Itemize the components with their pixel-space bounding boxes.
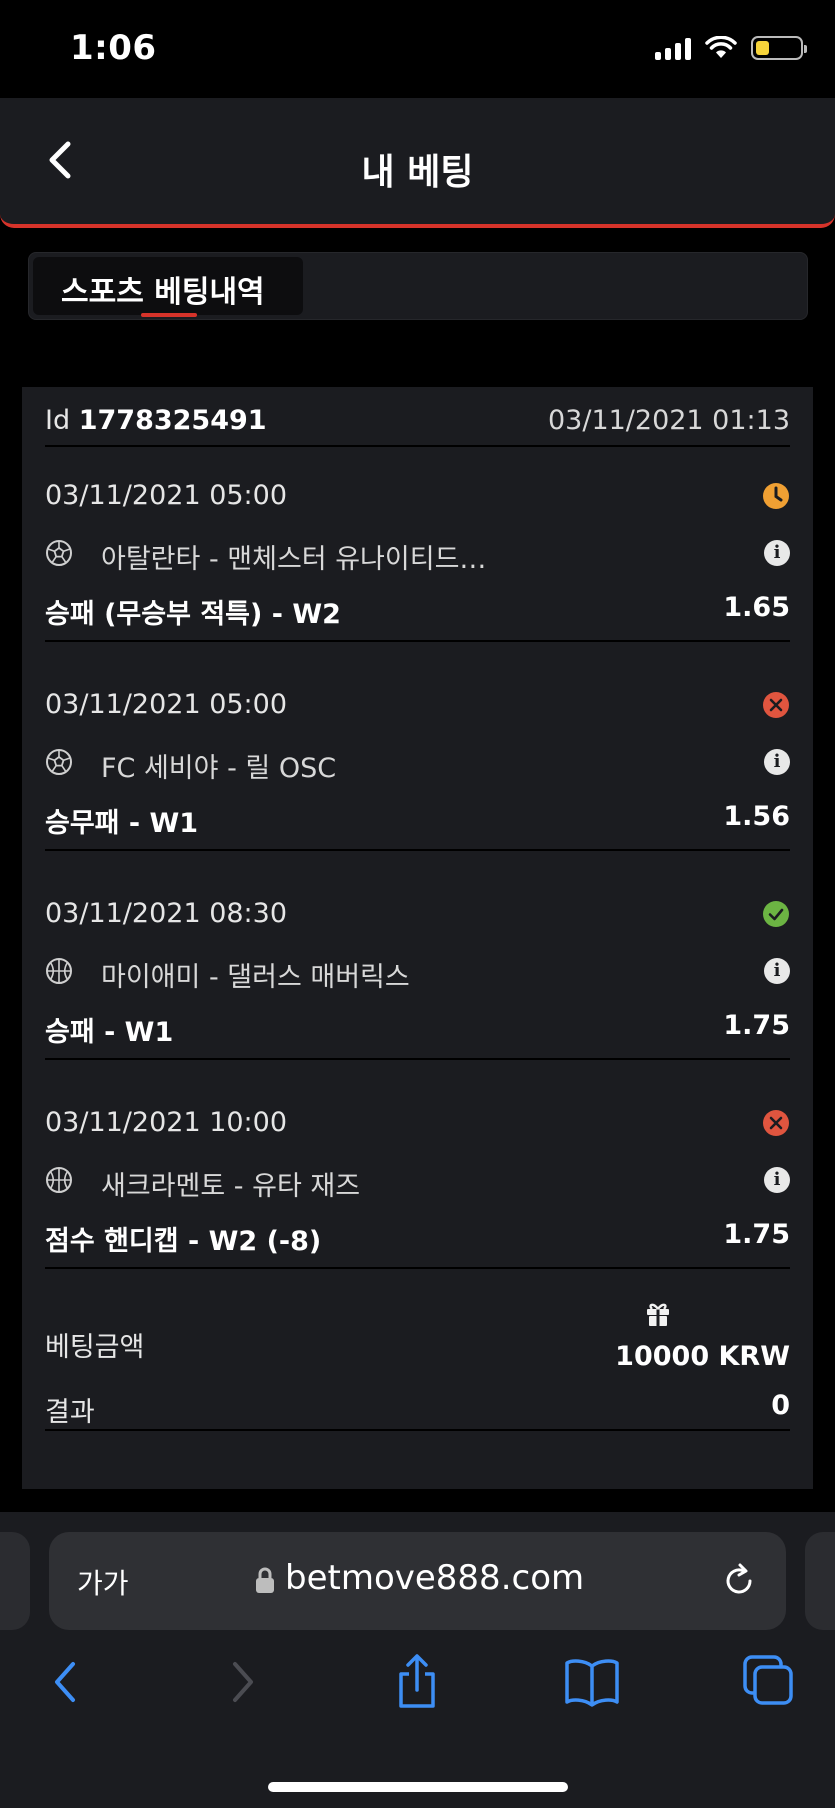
tabs-button[interactable] <box>738 1652 798 1712</box>
gift-icon <box>647 1303 669 1326</box>
selection-teams: 마이애미 - 댈러스 매버릭스 i <box>45 955 790 993</box>
selection-odds: 1.75 <box>723 1219 790 1250</box>
info-icon[interactable]: i <box>764 1167 790 1193</box>
selection-teams: FC 세비야 - 릴 OSC i <box>45 746 790 784</box>
reload-icon[interactable] <box>720 1562 758 1600</box>
selection-market-row: 승패 - W1 1.75 <box>45 1010 790 1048</box>
divider <box>45 1058 790 1060</box>
app-header: 내 베팅 <box>0 98 835 228</box>
bet-amount-value: 10000 KRW <box>615 1341 790 1372</box>
next-tab-preview[interactable] <box>805 1532 835 1630</box>
divider <box>45 445 790 447</box>
selection-odds: 1.75 <box>723 1010 790 1041</box>
address-bar[interactable]: 가가 betmove888.com <box>49 1532 786 1630</box>
soccer-ball-icon <box>46 749 72 775</box>
won-status-icon <box>762 900 790 928</box>
basketball-icon <box>46 1167 72 1193</box>
status-bar: 1:06 <box>0 0 835 98</box>
previous-tab-preview[interactable] <box>0 1532 30 1630</box>
selection-market-row: 점수 핸디캡 - W2 (-8) 1.75 <box>45 1219 790 1257</box>
selection-market: 승패 - W1 <box>45 1017 174 1048</box>
tab-label: 스포츠 베팅내역 <box>61 275 265 310</box>
selection-date-text: 03/11/2021 08:30 <box>45 898 288 929</box>
info-icon[interactable]: i <box>764 749 790 775</box>
selection-market: 점수 핸디캡 - W2 (-8) <box>45 1226 322 1257</box>
divider <box>45 640 790 642</box>
selection-market-row: 승무패 - W1 1.56 <box>45 801 790 839</box>
chevron-left-icon <box>55 1662 75 1702</box>
bet-result-label: 결과 <box>45 1397 95 1428</box>
selection-teams-text: 아탈란타 - 맨체스터 유나이티드… <box>101 544 487 575</box>
selection-date: 03/11/2021 08:30 <box>45 898 790 929</box>
divider <box>45 1429 790 1431</box>
selection-teams-text: 마이애미 - 댈러스 매버릭스 <box>101 962 410 993</box>
bet-placed-date: 03/11/2021 01:13 <box>547 405 790 436</box>
selection-date: 03/11/2021 05:00 <box>45 480 790 511</box>
reader-text-size-button[interactable]: 가가 <box>77 1562 129 1602</box>
divider <box>45 1267 790 1269</box>
page-title: 내 베팅 <box>361 152 474 193</box>
bet-amount-label: 베팅금액 <box>45 1332 145 1363</box>
bet-id-value: 1778325491 <box>78 405 267 436</box>
selection-teams-text: FC 세비야 - 릴 OSC <box>101 753 337 784</box>
tab-bar: 스포츠 베팅내역 <box>28 252 808 320</box>
selection-teams-text: 새크라멘토 - 유타 재즈 <box>101 1171 361 1202</box>
status-icons <box>655 36 807 60</box>
selection-market: 승무패 - W1 <box>45 808 199 839</box>
soccer-ball-icon <box>46 540 72 566</box>
selection-odds: 1.65 <box>723 592 790 623</box>
wifi-icon <box>705 36 737 58</box>
selection-date-text: 03/11/2021 05:00 <box>45 689 288 720</box>
selection-date-text: 03/11/2021 05:00 <box>45 480 288 511</box>
bet-id-label: Id <box>45 405 71 436</box>
lock-icon <box>256 1567 274 1593</box>
share-icon <box>399 1654 435 1708</box>
selection-date: 03/11/2021 05:00 <box>45 689 790 720</box>
browser-nav-row <box>0 1652 835 1732</box>
bet-id-row: Id 1778325491 03/11/2021 01:13 <box>45 405 790 445</box>
share-button[interactable] <box>387 1652 447 1712</box>
selection-teams: 아탈란타 - 맨체스터 유나이티드… i <box>45 537 790 575</box>
book-icon <box>565 1659 619 1707</box>
clock-status-icon <box>762 482 790 510</box>
selection-odds: 1.56 <box>723 801 790 832</box>
bet-result-row: 결과 0 <box>45 1390 790 1428</box>
bookmarks-button[interactable] <box>562 1652 622 1712</box>
browser-toolbar: 가가 betmove888.com <box>0 1512 835 1808</box>
cellular-signal-icon <box>655 36 691 60</box>
basketball-icon <box>46 958 72 984</box>
browser-forward-button[interactable] <box>213 1652 273 1712</box>
tab-active-indicator <box>141 313 197 317</box>
chevron-right-icon <box>233 1662 253 1702</box>
bet-result-value: 0 <box>771 1390 790 1421</box>
battery-icon <box>751 36 807 60</box>
tabs-icon <box>743 1655 793 1705</box>
bet-card: Id 1778325491 03/11/2021 01:13 03/11/202… <box>22 387 813 1489</box>
selection-market-row: 승패 (무승부 적특) - W2 1.65 <box>45 592 790 630</box>
tab-sports-bet-history[interactable]: 스포츠 베팅내역 <box>33 257 303 317</box>
lost-status-icon <box>762 1109 790 1137</box>
home-indicator[interactable] <box>268 1782 568 1792</box>
info-icon[interactable]: i <box>764 540 790 566</box>
lost-status-icon <box>762 691 790 719</box>
status-time: 1:06 <box>70 28 157 68</box>
url-text: betmove888.com <box>285 1558 585 1598</box>
info-icon[interactable]: i <box>764 958 790 984</box>
browser-back-button[interactable] <box>35 1652 95 1712</box>
selection-teams: 새크라멘토 - 유타 재즈 i <box>45 1164 790 1202</box>
bet-amount-row: 베팅금액 10000 KRW <box>45 1297 790 1377</box>
divider <box>45 849 790 851</box>
selection-market: 승패 (무승부 적특) - W2 <box>45 599 341 630</box>
selection-date: 03/11/2021 10:00 <box>45 1107 790 1138</box>
selection-date-text: 03/11/2021 10:00 <box>45 1107 288 1138</box>
